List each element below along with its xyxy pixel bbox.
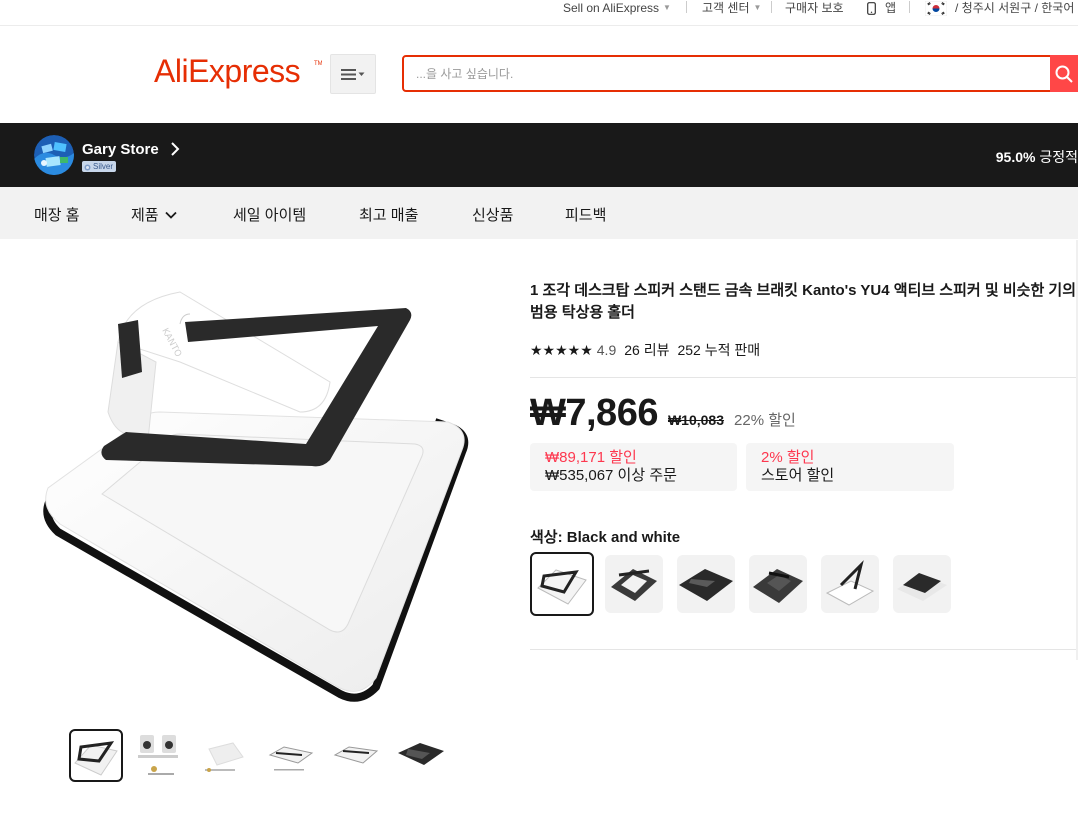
store-header-bar: Gary Store Silver 95.0% 긍정적 <box>0 123 1078 187</box>
thumbnail-3[interactable] <box>199 729 253 782</box>
sell-on-aliexpress-link[interactable]: Sell on AliExpress ▼ <box>563 0 671 16</box>
divider <box>530 377 1078 378</box>
color-swatch-4[interactable] <box>749 555 807 613</box>
nav-label: 신상품 <box>472 207 514 224</box>
thumbnail-4[interactable] <box>264 729 318 782</box>
color-value-text: Black and white <box>566 529 681 546</box>
divider <box>909 1 910 13</box>
review-count[interactable]: 26 리뷰 <box>624 340 669 360</box>
nav-label: 제품 <box>131 207 159 224</box>
coupon-subtitle: ₩535,067 이상 주문 <box>545 467 677 484</box>
top-utility-bar: Sell on AliExpress ▼ 고객 센터 ▼ 구매자 보호 앱 / … <box>0 0 1078 26</box>
divider <box>686 1 687 13</box>
coupon-card[interactable]: 2% 할인 스토어 할인 <box>746 443 954 491</box>
app-link[interactable]: 앱 <box>867 0 896 16</box>
phone-icon <box>867 1 876 15</box>
rating-value: 4.9 <box>596 342 617 358</box>
nav-label: 최고 매출 <box>359 207 419 224</box>
color-label-text: 색상: <box>530 529 563 546</box>
store-navigation: 매장 홈 제품 세일 아이템 최고 매출 신상품 피드백 <box>0 187 1078 239</box>
buyer-protection-label: 구매자 보호 <box>785 1 844 15</box>
thumbnail-5[interactable] <box>329 729 383 782</box>
color-swatch-6[interactable] <box>893 555 951 613</box>
caret-down-icon: ▼ <box>753 3 762 12</box>
color-swatch-2[interactable] <box>605 555 663 613</box>
product-title: 1 조각 데스크탑 스피커 스탠드 금속 브래킷 Kanto's YU4 액티브… <box>530 282 1077 321</box>
feedback-label: 긍정적 <box>1039 149 1078 165</box>
current-price: ₩7,866 <box>530 392 658 434</box>
original-price: ₩10,083 <box>667 412 725 428</box>
store-name[interactable]: Gary Store <box>82 141 159 158</box>
coupon-subtitle: 스토어 할인 <box>761 467 835 484</box>
discount-percent: 22% 할인 <box>734 412 796 429</box>
aliexpress-logo[interactable]: AliExpress TM <box>154 52 323 92</box>
support-label: 고객 센터 <box>702 1 750 15</box>
nav-label: 세일 아이템 <box>233 207 307 224</box>
color-swatch-5[interactable] <box>821 555 879 613</box>
location-language-selector[interactable]: / 청주시 서원구 / 한국어 <box>925 0 1074 16</box>
buyer-protection-link[interactable]: 구매자 보호 <box>785 0 844 16</box>
coupon-title: ₩89,171 할인 <box>545 449 637 466</box>
positive-feedback: 95.0% 긍정적 <box>996 147 1078 167</box>
thumbnail-1[interactable] <box>69 729 123 782</box>
main-product-image[interactable]: KANTO <box>30 262 490 712</box>
search-input[interactable] <box>416 57 1036 90</box>
store-avatar[interactable] <box>34 135 74 175</box>
color-selection-label: 색상: Black and white <box>530 526 680 547</box>
chevron-right-icon[interactable] <box>170 140 180 163</box>
divider <box>771 1 772 13</box>
price-block: ₩7,866 ₩10,083 22% 할인 <box>530 392 796 435</box>
search-bar <box>402 55 1078 92</box>
coupon-title: 2% 할인 <box>761 449 815 466</box>
nav-sale-items[interactable]: 세일 아이템 <box>233 204 306 225</box>
chevron-down-icon <box>164 211 177 219</box>
logo-text: AliExpress <box>154 53 300 89</box>
store-level-badge: Silver <box>82 161 117 172</box>
hamburger-menu-icon <box>341 69 365 80</box>
customer-support-link[interactable]: 고객 센터 ▼ <box>702 0 761 16</box>
nav-new-arrivals[interactable]: 신상품 <box>472 204 513 225</box>
medal-icon <box>84 164 91 170</box>
color-swatch-black-white[interactable] <box>530 552 594 616</box>
thumbnail-2[interactable] <box>134 729 188 782</box>
korea-flag-icon <box>925 0 947 16</box>
nav-store-home[interactable]: 매장 홈 <box>34 204 80 225</box>
feedback-value: 95.0% <box>995 149 1036 165</box>
app-label: 앱 <box>885 1 897 15</box>
svg-text:TM: TM <box>314 61 322 67</box>
nav-label: 매장 홈 <box>34 207 80 224</box>
category-menu-button[interactable] <box>330 54 376 94</box>
divider <box>530 649 1078 650</box>
caret-down-icon: ▼ <box>663 3 671 12</box>
star-rating-icon: ★★★★★ <box>530 341 593 358</box>
badge-label: Silver <box>93 162 114 171</box>
thumbnail-6[interactable] <box>394 729 448 782</box>
coupon-card[interactable]: ₩89,171 할인 ₩535,067 이상 주문 <box>530 443 737 491</box>
nav-top-selling[interactable]: 최고 매출 <box>359 204 418 225</box>
search-icon <box>1055 65 1073 83</box>
sell-label: Sell on AliExpress <box>563 1 660 15</box>
nav-products[interactable]: 제품 <box>131 204 177 225</box>
location-label: / 청주시 서원구 / 한국어 <box>955 1 1075 15</box>
sold-count: 252 누적 판매 <box>677 342 761 358</box>
nav-feedback[interactable]: 피드백 <box>565 204 606 225</box>
rating-row: ★★★★★ 4.9 26 리뷰 252 누적 판매 <box>530 340 760 360</box>
color-swatch-3[interactable] <box>677 555 735 613</box>
nav-label: 피드백 <box>565 207 607 224</box>
search-button[interactable] <box>1050 55 1078 92</box>
